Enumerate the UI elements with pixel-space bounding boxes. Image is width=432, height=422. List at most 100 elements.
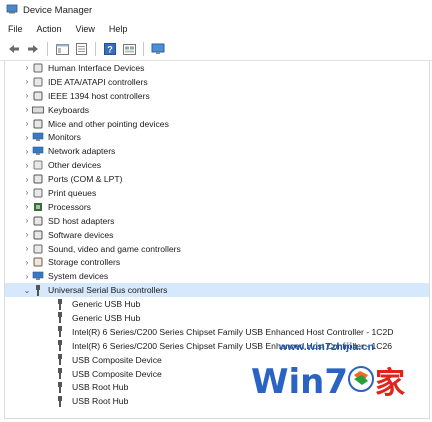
- chevron-right-icon[interactable]: ›: [22, 119, 32, 128]
- tree-device[interactable]: Generic USB Hub: [5, 311, 429, 325]
- chevron-down-icon[interactable]: ⌄: [22, 286, 32, 295]
- title-bar: Device Manager: [0, 0, 432, 20]
- category-label: IDE ATA/ATAPI controllers: [48, 76, 148, 87]
- category-label: SD host adapters: [48, 215, 115, 226]
- category-label: Other devices: [48, 160, 102, 171]
- menu-view[interactable]: View: [76, 24, 95, 34]
- view-icon[interactable]: [121, 41, 137, 57]
- device-label: USB Composite Device: [72, 368, 162, 379]
- tree-category[interactable]: › Storage controllers: [5, 255, 429, 269]
- tree-category[interactable]: › Processors: [5, 200, 429, 214]
- tree-category[interactable]: › Sound, video and game controllers: [5, 242, 429, 256]
- tree-device[interactable]: Generic USB Hub: [5, 297, 429, 311]
- category-label: Software devices: [48, 229, 114, 240]
- menu-action[interactable]: Action: [37, 24, 62, 34]
- chevron-right-icon[interactable]: ›: [22, 272, 32, 281]
- toolbar-separator: [95, 42, 96, 56]
- usb-icon: [54, 354, 66, 366]
- chevron-right-icon[interactable]: ›: [22, 175, 32, 184]
- svg-text:家: 家: [375, 366, 405, 401]
- chevron-right-icon[interactable]: ›: [22, 147, 32, 156]
- category-label: Processors: [48, 201, 91, 212]
- svg-text:?: ?: [107, 45, 113, 55]
- device-label: USB Root Hub: [72, 396, 129, 407]
- watermark: www.win7zhijia.cn Win7 家: [243, 337, 413, 409]
- keyboard-icon: [32, 104, 44, 115]
- properties-icon[interactable]: [73, 41, 89, 57]
- device-label: Intel(R) 6 Series/C200 Series Chipset Fa…: [72, 326, 394, 337]
- menu-bar: File Action View Help: [0, 20, 432, 38]
- usb-icon: [54, 340, 66, 352]
- category-label: IEEE 1394 host controllers: [48, 90, 150, 101]
- category-label: Mice and other pointing devices: [48, 118, 169, 129]
- usb-icon: [54, 395, 66, 407]
- chevron-right-icon[interactable]: ›: [22, 202, 32, 211]
- menu-file[interactable]: File: [8, 24, 23, 34]
- category-label: Monitors: [48, 132, 81, 143]
- tree-category[interactable]: › Mice and other pointing devices: [5, 117, 429, 131]
- tree-category[interactable]: › Print queues: [5, 186, 429, 200]
- sound-icon: [32, 243, 44, 254]
- tree-category[interactable]: › Other devices: [5, 158, 429, 172]
- usb-icon: [54, 381, 66, 393]
- other-devices-icon: [32, 160, 44, 171]
- chevron-right-icon[interactable]: ›: [22, 230, 32, 239]
- usb-icon: [54, 312, 66, 324]
- usb-icon: [32, 284, 44, 296]
- device-label: USB Composite Device: [72, 354, 162, 365]
- category-label: Sound, video and game controllers: [48, 243, 181, 254]
- watermark-url: www.win7zhijia.cn: [279, 341, 375, 353]
- usb-icon: [54, 326, 66, 338]
- device-label: USB Root Hub: [72, 382, 129, 393]
- chevron-right-icon[interactable]: ›: [22, 91, 32, 100]
- tree-category-expanded[interactable]: ⌄ Universal Serial Bus controllers: [5, 283, 429, 298]
- device-label: Generic USB Hub: [72, 299, 141, 310]
- device-manager-icon: [6, 3, 18, 17]
- system-icon: [32, 271, 44, 282]
- printer-icon: [32, 187, 44, 198]
- tree-category[interactable]: › System devices: [5, 269, 429, 283]
- monitor-scan-icon[interactable]: [150, 41, 166, 57]
- chevron-right-icon[interactable]: ›: [22, 133, 32, 142]
- tree-category[interactable]: › Ports (COM & LPT): [5, 172, 429, 186]
- device-label: Generic USB Hub: [72, 312, 141, 323]
- mouse-icon: [32, 118, 44, 129]
- chevron-right-icon[interactable]: ›: [22, 105, 32, 114]
- chevron-right-icon[interactable]: ›: [22, 216, 32, 225]
- tree-category[interactable]: › IEEE 1394 host controllers: [5, 89, 429, 103]
- menu-help[interactable]: Help: [109, 24, 128, 34]
- show-hide-tree-icon[interactable]: [54, 41, 70, 57]
- processor-icon: [32, 201, 44, 212]
- category-label: Network adapters: [48, 146, 116, 157]
- tree-category[interactable]: › Monitors: [5, 130, 429, 144]
- forward-icon[interactable]: [25, 41, 41, 57]
- chevron-right-icon[interactable]: ›: [22, 244, 32, 253]
- chevron-right-icon[interactable]: ›: [22, 161, 32, 170]
- network-icon: [32, 146, 44, 157]
- firewire-icon: [32, 90, 44, 101]
- software-icon: [32, 229, 44, 240]
- category-label: Ports (COM & LPT): [48, 174, 123, 185]
- tree-category[interactable]: › SD host adapters: [5, 214, 429, 228]
- toolbar-separator: [143, 42, 144, 56]
- storage-icon: [32, 257, 44, 268]
- chevron-right-icon[interactable]: ›: [22, 188, 32, 197]
- chevron-right-icon[interactable]: ›: [22, 77, 32, 86]
- help-icon[interactable]: ?: [102, 41, 118, 57]
- hid-icon: [32, 62, 44, 73]
- toolbar: ?: [0, 38, 432, 61]
- tree-category[interactable]: › IDE ATA/ATAPI controllers: [5, 75, 429, 89]
- sd-icon: [32, 215, 44, 226]
- usb-icon: [54, 298, 66, 310]
- category-label: Human Interface Devices: [48, 62, 145, 73]
- watermark-logo: Win7 家: [251, 355, 411, 407]
- back-icon[interactable]: [6, 41, 22, 57]
- tree-category[interactable]: › Network adapters: [5, 144, 429, 158]
- category-label: System devices: [48, 271, 109, 282]
- chevron-right-icon[interactable]: ›: [22, 63, 32, 72]
- tree-category[interactable]: › Software devices: [5, 228, 429, 242]
- window-title: Device Manager: [23, 4, 93, 16]
- tree-category[interactable]: › Human Interface Devices: [5, 61, 429, 75]
- chevron-right-icon[interactable]: ›: [22, 258, 32, 267]
- tree-category[interactable]: › Keyboards: [5, 103, 429, 117]
